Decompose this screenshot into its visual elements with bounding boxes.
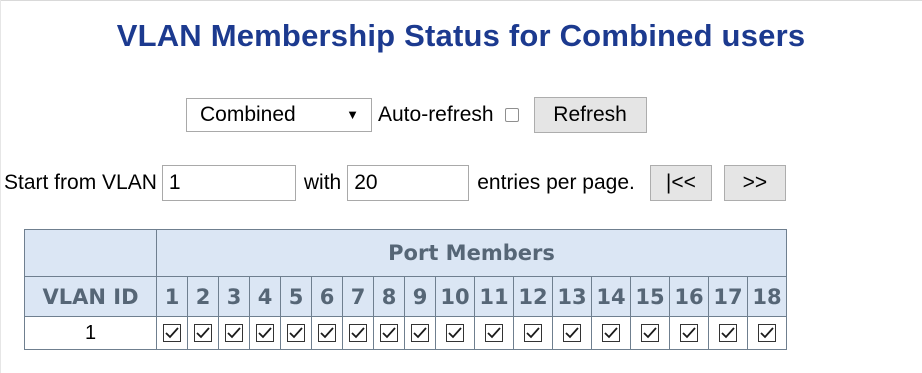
with-label: with bbox=[303, 171, 342, 194]
auto-refresh-label: Auto-refresh bbox=[378, 103, 494, 126]
port-member-cell bbox=[747, 316, 787, 350]
port-member-cell bbox=[156, 316, 188, 350]
checkmark-icon bbox=[719, 324, 737, 343]
port-header-row: VLAN ID 1 2 3 4 5 6 7 8 9 10 11 12 13 14 15 16 17 18 bbox=[24, 276, 787, 317]
checkmark-icon bbox=[446, 324, 464, 343]
blank-header-cell bbox=[24, 229, 157, 277]
port-member-cell bbox=[591, 316, 631, 350]
port-member-cell bbox=[552, 316, 592, 350]
port-header-1: 1 bbox=[156, 276, 188, 317]
checkmark-icon bbox=[380, 324, 398, 343]
user-select[interactable]: Combined ▼ bbox=[186, 98, 372, 132]
checkmark-icon bbox=[680, 324, 698, 343]
checkmark-icon bbox=[602, 324, 620, 343]
port-header-7: 7 bbox=[342, 276, 374, 317]
checkmark-icon bbox=[524, 324, 542, 343]
port-header-5: 5 bbox=[280, 276, 312, 317]
checkmark-icon bbox=[563, 324, 581, 343]
checkmark-icon bbox=[485, 324, 503, 343]
checkmark-icon bbox=[163, 324, 181, 343]
port-header-6: 6 bbox=[311, 276, 343, 317]
page-title: VLAN Membership Status for Combined user… bbox=[116, 18, 806, 53]
port-member-cell bbox=[404, 316, 436, 350]
start-from-label: Start from VLAN bbox=[4, 171, 157, 194]
port-member-cell bbox=[513, 316, 553, 350]
refresh-button[interactable]: Refresh bbox=[533, 97, 647, 133]
auto-refresh-checkbox[interactable] bbox=[504, 108, 519, 122]
port-header-17: 17 bbox=[708, 276, 748, 317]
port-member-cell bbox=[708, 316, 748, 350]
checkmark-icon bbox=[225, 324, 243, 343]
port-member-cell bbox=[630, 316, 670, 350]
checkmark-icon bbox=[349, 324, 367, 343]
start-vlan-input[interactable]: 1 bbox=[161, 165, 296, 201]
checkmark-icon bbox=[411, 324, 429, 343]
port-header-11: 11 bbox=[474, 276, 514, 317]
first-page-button[interactable]: |<< bbox=[649, 165, 712, 201]
next-page-button[interactable]: >> bbox=[723, 165, 786, 201]
port-header-13: 13 bbox=[552, 276, 592, 317]
checkmark-icon bbox=[318, 324, 336, 343]
port-header-9: 9 bbox=[404, 276, 436, 317]
vlan-id-cell: 1 bbox=[24, 316, 157, 350]
port-member-cell bbox=[342, 316, 374, 350]
port-header-10: 10 bbox=[435, 276, 475, 317]
checkmark-icon bbox=[256, 324, 274, 343]
entries-per-page-input[interactable]: 20 bbox=[347, 165, 470, 201]
port-header-15: 15 bbox=[630, 276, 670, 317]
port-member-cell bbox=[435, 316, 475, 350]
port-member-cell bbox=[669, 316, 709, 350]
port-member-cell bbox=[249, 316, 281, 350]
port-member-cell bbox=[474, 316, 514, 350]
port-member-cell bbox=[187, 316, 219, 350]
port-member-cell bbox=[280, 316, 312, 350]
port-header-16: 16 bbox=[669, 276, 709, 317]
entries-per-page-label: entries per page. bbox=[477, 171, 635, 194]
paging-row: Start from VLAN 1 with 20 entries per pa… bbox=[4, 163, 786, 203]
port-member-cell bbox=[218, 316, 250, 350]
port-header-3: 3 bbox=[218, 276, 250, 317]
top-border bbox=[0, 0, 922, 1]
port-header-2: 2 bbox=[187, 276, 219, 317]
checkmark-icon bbox=[641, 324, 659, 343]
vlan-row: 1 bbox=[24, 316, 787, 350]
controls-row: Combined ▼ Auto-refresh Refresh bbox=[186, 96, 647, 134]
port-header-12: 12 bbox=[513, 276, 553, 317]
checkmark-icon bbox=[758, 324, 776, 343]
port-members-header: Port Members bbox=[156, 229, 787, 277]
group-header-row: Port Members bbox=[24, 229, 787, 277]
left-border bbox=[0, 0, 1, 373]
port-header-18: 18 bbox=[747, 276, 787, 317]
dropdown-arrow-icon: ▼ bbox=[346, 107, 359, 122]
user-select-value: Combined bbox=[200, 103, 296, 126]
port-header-8: 8 bbox=[373, 276, 405, 317]
vlan-id-header: VLAN ID bbox=[24, 276, 157, 317]
port-header-4: 4 bbox=[249, 276, 281, 317]
checkmark-icon bbox=[194, 324, 212, 343]
vlan-membership-table: Port Members VLAN ID 1 2 3 4 5 6 7 8 9 10 11 12 13 14… bbox=[24, 229, 787, 350]
port-member-cell bbox=[311, 316, 343, 350]
checkmark-icon bbox=[287, 324, 305, 343]
port-header-14: 14 bbox=[591, 276, 631, 317]
port-member-cell bbox=[373, 316, 405, 350]
